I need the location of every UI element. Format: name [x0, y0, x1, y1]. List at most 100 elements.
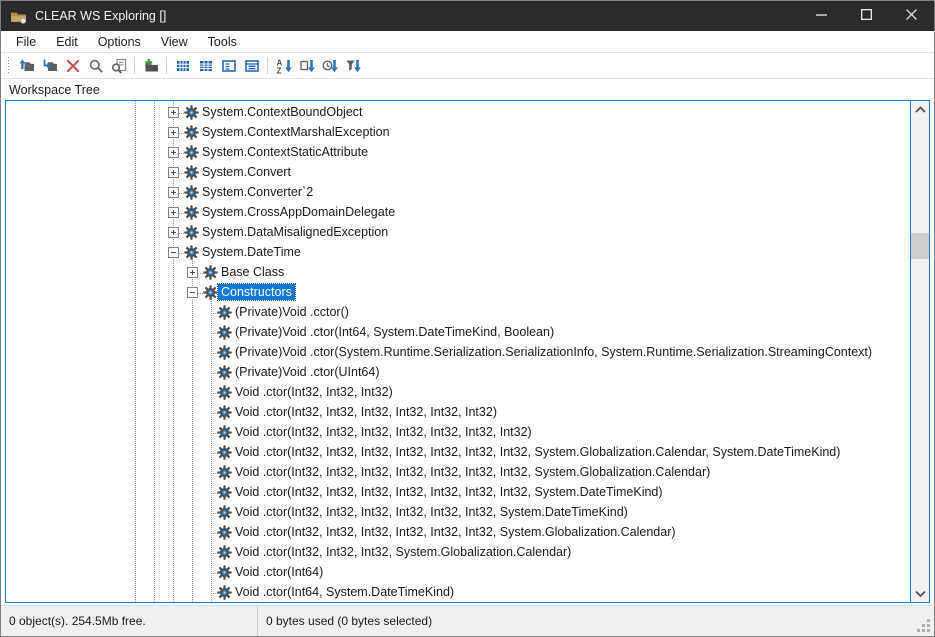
find-icon: [88, 58, 104, 74]
tree-item-label[interactable]: (Private)Void .cctor(): [232, 304, 352, 320]
tree-item-label[interactable]: Void .ctor(Int32, Int32, Int32, System.G…: [232, 544, 574, 560]
tree-content[interactable]: System.ContextBoundObject System.ContextM…: [6, 101, 910, 602]
tree-item[interactable]: System.DataMisalignedException: [6, 223, 910, 243]
tree-item[interactable]: System.ContextBoundObject: [6, 103, 910, 123]
sort-by-name-button[interactable]: AZ: [272, 55, 295, 76]
view-report-button[interactable]: [240, 55, 263, 76]
tree-item[interactable]: Void .ctor(Int32, Int32, Int32, Int32, I…: [6, 523, 910, 543]
view-list-icon: [221, 58, 237, 74]
tree-item[interactable]: System.DateTime: [6, 243, 910, 263]
expand-toggle-minus[interactable]: [168, 247, 179, 258]
tree-item[interactable]: System.Convert: [6, 163, 910, 183]
dotnet-class-icon: [217, 325, 232, 340]
tree-item[interactable]: System.ContextStaticAttribute: [6, 143, 910, 163]
workspace-tree-panel: System.ContextBoundObject System.ContextM…: [5, 100, 930, 603]
tree-item-label[interactable]: Void .ctor(Int32, Int32, Int32, Int32, I…: [232, 424, 535, 440]
expand-toggle-minus[interactable]: [187, 287, 198, 298]
tree-item-label[interactable]: Void .ctor(Int32, Int32, Int32, Int32, I…: [232, 484, 666, 500]
sort-by-type-button[interactable]: [295, 55, 318, 76]
tree-item-label[interactable]: Void .ctor(Int64, System.DateTimeKind): [232, 584, 457, 600]
vertical-scrollbar[interactable]: [910, 101, 929, 602]
tree-item-label[interactable]: System.Convert: [199, 164, 294, 180]
tree-item[interactable]: (Private)Void .ctor(Int64, System.DateTi…: [6, 323, 910, 343]
view-list-button[interactable]: [217, 55, 240, 76]
tree-item[interactable]: System.CrossAppDomainDelegate: [6, 203, 910, 223]
tree-item[interactable]: Void .ctor(Int32, Int32, Int32, Int32, I…: [6, 423, 910, 443]
tree-item[interactable]: Void .ctor(Int32, Int32, Int32, System.G…: [6, 543, 910, 563]
tree-item-label[interactable]: System.ContextBoundObject: [199, 104, 366, 120]
menu-view[interactable]: View: [151, 33, 198, 51]
sort-by-size-button[interactable]: [341, 55, 364, 76]
tree-item[interactable]: Void .ctor(Int64, System.DateTimeKind): [6, 583, 910, 602]
tree-item[interactable]: (Private)Void .cctor(): [6, 303, 910, 323]
dotnet-class-icon: [217, 505, 232, 520]
tree-item-label[interactable]: Void .ctor(Int32, Int32, Int32, Int32, I…: [232, 504, 631, 520]
chevron-up-icon: [914, 101, 927, 119]
tree-item[interactable]: Base Class: [6, 263, 910, 283]
resize-grip[interactable]: [927, 629, 930, 632]
view-icons-icon: [175, 58, 191, 74]
expand-toggle-plus[interactable]: [168, 167, 179, 178]
menu-edit[interactable]: Edit: [46, 33, 88, 51]
tree-item[interactable]: Void .ctor(Int64): [6, 563, 910, 583]
tree-item-label[interactable]: System.Converter`2: [199, 184, 316, 200]
tree-item[interactable]: Constructors: [6, 283, 910, 303]
tree-item-label[interactable]: Void .ctor(Int32, Int32, Int32, Int32, I…: [232, 404, 500, 420]
close-button[interactable]: [889, 1, 934, 31]
tree-item-label[interactable]: System.DataMisalignedException: [199, 224, 391, 240]
toolbar-gripper[interactable]: [7, 57, 10, 75]
sort-by-date-button[interactable]: [318, 55, 341, 76]
menu-tools[interactable]: Tools: [198, 33, 247, 51]
menu-options[interactable]: Options: [88, 33, 151, 51]
view-details-button[interactable]: [194, 55, 217, 76]
tree-item[interactable]: System.ContextMarshalException: [6, 123, 910, 143]
tree-item[interactable]: Void .ctor(Int32, Int32, Int32, Int32, I…: [6, 403, 910, 423]
scroll-up-button[interactable]: [911, 101, 929, 118]
tree-item-label[interactable]: System.ContextMarshalException: [199, 124, 393, 140]
move-up-one-level-button[interactable]: [15, 55, 38, 76]
new-namespace-icon: [143, 58, 159, 74]
tree-item-label[interactable]: Void .ctor(Int32, Int32, Int32): [232, 384, 396, 400]
titlebar[interactable]: CLEAR WS Exploring []: [1, 1, 934, 31]
expand-toggle-plus[interactable]: [168, 107, 179, 118]
new-namespace-button[interactable]: [139, 55, 162, 76]
toolbar-separator: [134, 57, 135, 74]
maximize-button[interactable]: [844, 1, 889, 31]
tree-item-label[interactable]: Void .ctor(Int32, Int32, Int32, Int32, I…: [232, 524, 679, 540]
tree-item-label[interactable]: Void .ctor(Int64): [232, 564, 326, 580]
tree-item[interactable]: Void .ctor(Int32, Int32, Int32, Int32, I…: [6, 503, 910, 523]
expand-toggle-plus[interactable]: [187, 267, 198, 278]
tree-item-label[interactable]: System.DateTime: [199, 244, 304, 260]
delete-button[interactable]: [61, 55, 84, 76]
view-icons-button[interactable]: [171, 55, 194, 76]
find-button[interactable]: [84, 55, 107, 76]
tree-item-label[interactable]: (Private)Void .ctor(UInt64): [232, 364, 383, 380]
tree-item[interactable]: System.Converter`2: [6, 183, 910, 203]
tree-item-label[interactable]: System.ContextStaticAttribute: [199, 144, 371, 160]
tree-item-label[interactable]: (Private)Void .ctor(System.Runtime.Seria…: [232, 344, 875, 360]
drill-into-button[interactable]: [38, 55, 61, 76]
find-objects-button[interactable]: [107, 55, 130, 76]
scrollbar-thumb[interactable]: [911, 233, 929, 259]
tree-item-label[interactable]: (Private)Void .ctor(Int64, System.DateTi…: [232, 324, 557, 340]
tree-item[interactable]: Void .ctor(Int32, Int32, Int32): [6, 383, 910, 403]
tree-item-label[interactable]: Void .ctor(Int32, Int32, Int32, Int32, I…: [232, 444, 843, 460]
tree-item-label[interactable]: Constructors: [218, 284, 295, 300]
scroll-down-button[interactable]: [911, 585, 929, 602]
expand-toggle-plus[interactable]: [168, 127, 179, 138]
tree-item-label[interactable]: Base Class: [218, 264, 287, 280]
tree-item-label[interactable]: System.CrossAppDomainDelegate: [199, 204, 398, 220]
expand-toggle-plus[interactable]: [168, 147, 179, 158]
expand-toggle-plus[interactable]: [168, 227, 179, 238]
expand-toggle-plus[interactable]: [168, 207, 179, 218]
tree-item-label[interactable]: Void .ctor(Int32, Int32, Int32, Int32, I…: [232, 464, 713, 480]
tree-item[interactable]: Void .ctor(Int32, Int32, Int32, Int32, I…: [6, 463, 910, 483]
dotnet-class-icon: [184, 245, 199, 260]
tree-item[interactable]: (Private)Void .ctor(UInt64): [6, 363, 910, 383]
tree-item[interactable]: Void .ctor(Int32, Int32, Int32, Int32, I…: [6, 483, 910, 503]
tree-item[interactable]: Void .ctor(Int32, Int32, Int32, Int32, I…: [6, 443, 910, 463]
menu-file[interactable]: File: [6, 33, 46, 51]
tree-item[interactable]: (Private)Void .ctor(System.Runtime.Seria…: [6, 343, 910, 363]
expand-toggle-plus[interactable]: [168, 187, 179, 198]
minimize-button[interactable]: [799, 1, 844, 31]
